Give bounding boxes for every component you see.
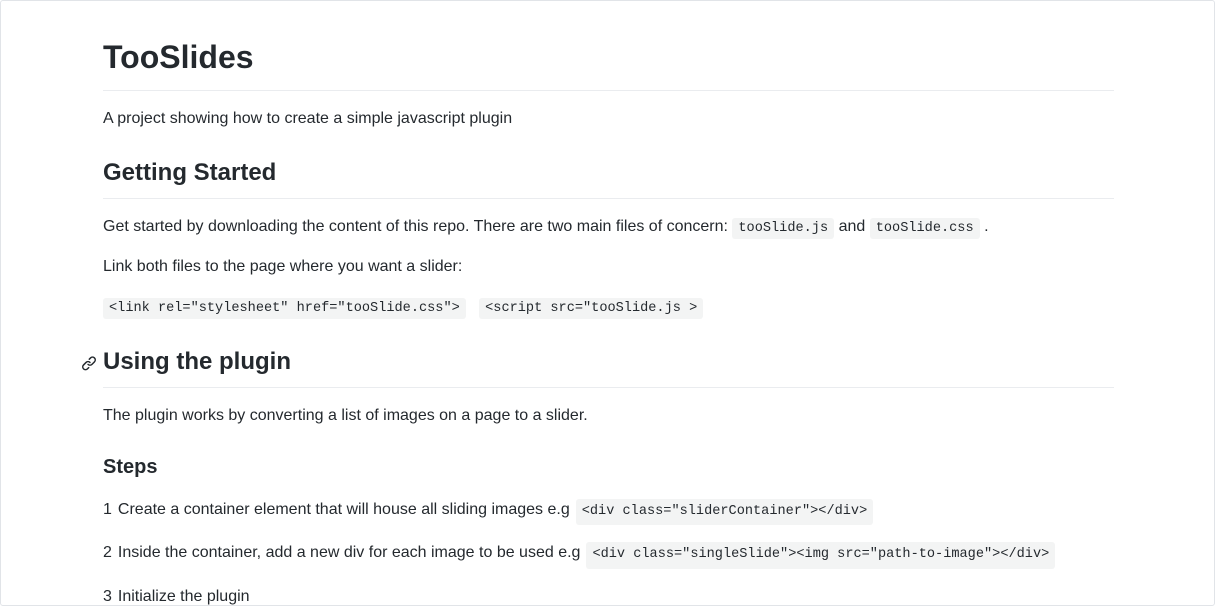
step-row: 3 Initialize the plugin xyxy=(103,585,1114,606)
getting-started-heading: Getting Started xyxy=(103,155,1114,199)
p1-pre: Get started by downloading the content o… xyxy=(103,218,732,235)
readme-container: TooSlides A project showing how to creat… xyxy=(0,0,1215,606)
step-code: <div class="sliderContainer"></div> xyxy=(576,499,874,525)
p1-mid: and xyxy=(839,218,870,235)
p1-end: . xyxy=(984,218,988,235)
step-text: Inside the container, add a new div for … xyxy=(118,541,581,565)
getting-started-p1: Get started by downloading the content o… xyxy=(103,215,1114,239)
title-text: TooSlides xyxy=(103,39,254,75)
script-code: <script src="tooSlide.js > xyxy=(479,298,703,319)
heading-text: Using the plugin xyxy=(103,348,291,375)
readme-content: TooSlides A project showing how to creat… xyxy=(1,1,1214,606)
step-text: Initialize the plugin xyxy=(118,585,250,606)
intro-paragraph: A project showing how to create a simple… xyxy=(103,107,1114,131)
getting-started-p2: Link both files to the page where you wa… xyxy=(103,255,1114,279)
link-code: <link rel="stylesheet" href="tooSlide.cs… xyxy=(103,298,466,319)
steps-heading: Steps xyxy=(103,452,1114,482)
file2-code: tooSlide.css xyxy=(870,218,980,239)
step-row: 2 Inside the container, add a new div fo… xyxy=(103,541,1114,568)
step-code: <div class="singleSlide"><img src="path-… xyxy=(586,542,1055,568)
using-p1: The plugin works by converting a list of… xyxy=(103,404,1114,428)
step-number: 1 xyxy=(103,498,112,522)
step-row: 1 Create a container element that will h… xyxy=(103,498,1114,525)
heading-text: Getting Started xyxy=(103,159,276,186)
step-number: 3 xyxy=(103,585,112,606)
step-text: Create a container element that will hou… xyxy=(118,498,570,522)
step-number: 2 xyxy=(103,541,112,565)
page-title: TooSlides xyxy=(103,33,1114,91)
link-icon[interactable] xyxy=(81,356,97,372)
file1-code: tooSlide.js xyxy=(732,218,834,239)
getting-started-code: <link rel="stylesheet" href="tooSlide.cs… xyxy=(103,295,1114,319)
using-plugin-heading: Using the plugin xyxy=(103,344,1114,388)
